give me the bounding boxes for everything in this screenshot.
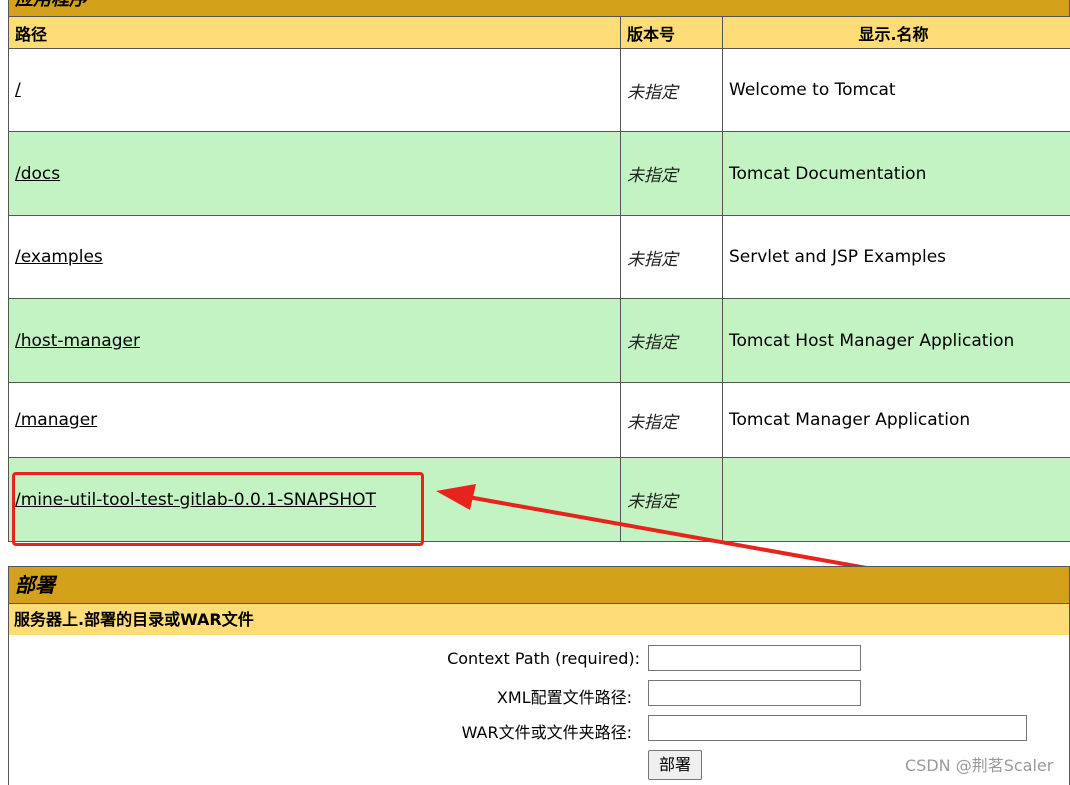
csdn-watermark: CSDN @荆茗Scaler <box>905 752 1053 776</box>
deploy-subsection-title: 服务器上.部署的目录或WAR文件 <box>8 603 1070 636</box>
xml-config-label: XML配置文件路径: <box>232 684 632 708</box>
deploy-button[interactable]: 部署 <box>648 750 702 780</box>
xml-config-input[interactable] <box>648 680 861 706</box>
context-path-input[interactable] <box>648 645 861 671</box>
deploy-section-title: 部署 <box>8 566 1070 604</box>
war-path-label: WAR文件或文件夹路径: <box>232 719 632 743</box>
context-path-label: Context Path (required): <box>240 649 640 668</box>
war-path-input[interactable] <box>648 715 1027 741</box>
